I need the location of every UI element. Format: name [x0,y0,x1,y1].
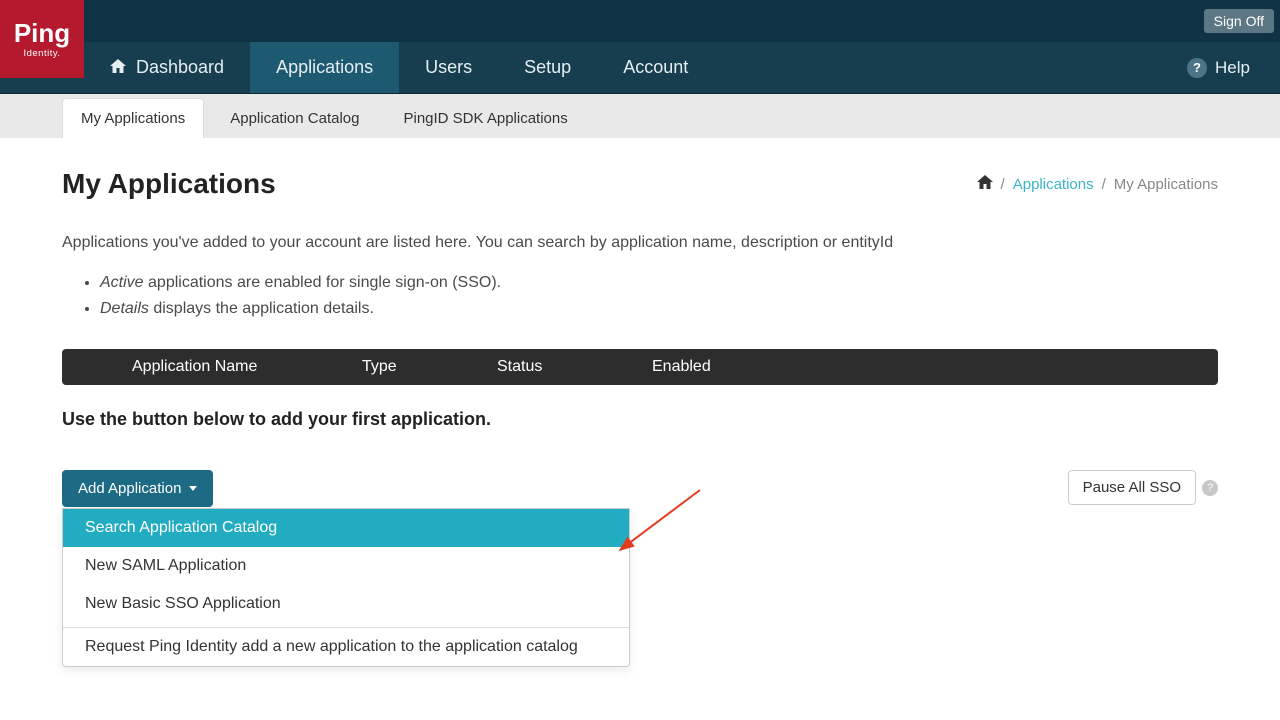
bullet-details: Details displays the application details… [100,296,1218,322]
nav-users[interactable]: Users [399,42,498,93]
pause-all-sso-button[interactable]: Pause All SSO [1068,470,1196,505]
pause-help-icon[interactable]: ? [1202,480,1218,496]
page-title: My Applications [62,168,276,200]
bullet-details-rest: displays the application details. [149,300,374,317]
content-area: My Applications / Applications / My Appl… [0,138,1280,507]
sub-nav: My Applications Application Catalog Ping… [0,94,1280,138]
tab-application-catalog[interactable]: Application Catalog [212,99,377,138]
nav-help-label: Help [1215,58,1250,78]
bullet-active-rest: applications are enabled for single sign… [144,274,502,291]
logo-main: Ping [14,20,70,46]
nav-account[interactable]: Account [597,42,714,93]
dropdown-search-application-catalog[interactable]: Search Application Catalog [63,509,629,547]
logo-sub: Identity. [23,48,60,59]
dropdown-new-saml-application[interactable]: New SAML Application [63,547,629,585]
intro-text: Applications you've added to your accoun… [62,234,1218,252]
nav-setup[interactable]: Setup [498,42,597,93]
nav-dashboard[interactable]: Dashboard [84,42,250,93]
nav-users-label: Users [425,57,472,78]
th-type: Type [362,358,497,376]
bullet-active: Active applications are enabled for sing… [100,270,1218,296]
th-enabled: Enabled [652,358,1218,376]
add-application-dropdown: Search Application Catalog New SAML Appl… [62,508,630,667]
help-icon: ? [1187,58,1207,78]
breadcrumb-sep: / [1102,176,1106,193]
info-bullets: Active applications are enabled for sing… [62,270,1218,321]
th-application-name: Application Name [62,358,362,376]
home-icon [110,57,126,78]
applications-table-header: Application Name Type Status Enabled [62,349,1218,385]
caret-down-icon [189,486,197,491]
tab-pingid-sdk-applications[interactable]: PingID SDK Applications [385,99,585,138]
bullet-details-em: Details [100,300,149,317]
th-status: Status [497,358,652,376]
main-nav: Dashboard Applications Users Setup Accou… [0,42,1280,94]
add-application-label: Add Application [78,480,181,497]
dropdown-request-new-application[interactable]: Request Ping Identity add a new applicat… [63,628,629,666]
pause-sso-wrap: Pause All SSO ? [1068,470,1218,505]
empty-state-message: Use the button below to add your first a… [62,409,1218,430]
bullet-active-em: Active [100,274,144,291]
breadcrumb-applications-link[interactable]: Applications [1013,176,1094,193]
page-header: My Applications / Applications / My Appl… [62,168,1218,200]
nav-applications[interactable]: Applications [250,42,399,93]
breadcrumb-home-icon[interactable] [977,175,993,193]
nav-account-label: Account [623,57,688,78]
breadcrumb: / Applications / My Applications [977,175,1218,193]
top-bar: Sign Off [0,0,1280,42]
nav-dashboard-label: Dashboard [136,57,224,78]
action-row: Add Application Search Application Catal… [62,470,1218,507]
add-application-button[interactable]: Add Application [62,470,213,507]
breadcrumb-current: My Applications [1114,176,1218,193]
nav-applications-label: Applications [276,57,373,78]
logo[interactable]: Ping Identity. [0,0,84,78]
sign-off-button[interactable]: Sign Off [1204,9,1274,33]
nav-help[interactable]: ? Help [1187,42,1280,93]
breadcrumb-sep: / [1001,176,1005,193]
tab-my-applications[interactable]: My Applications [62,98,204,138]
add-application-wrap: Add Application Search Application Catal… [62,470,213,507]
nav-setup-label: Setup [524,57,571,78]
dropdown-new-basic-sso-application[interactable]: New Basic SSO Application [63,585,629,623]
